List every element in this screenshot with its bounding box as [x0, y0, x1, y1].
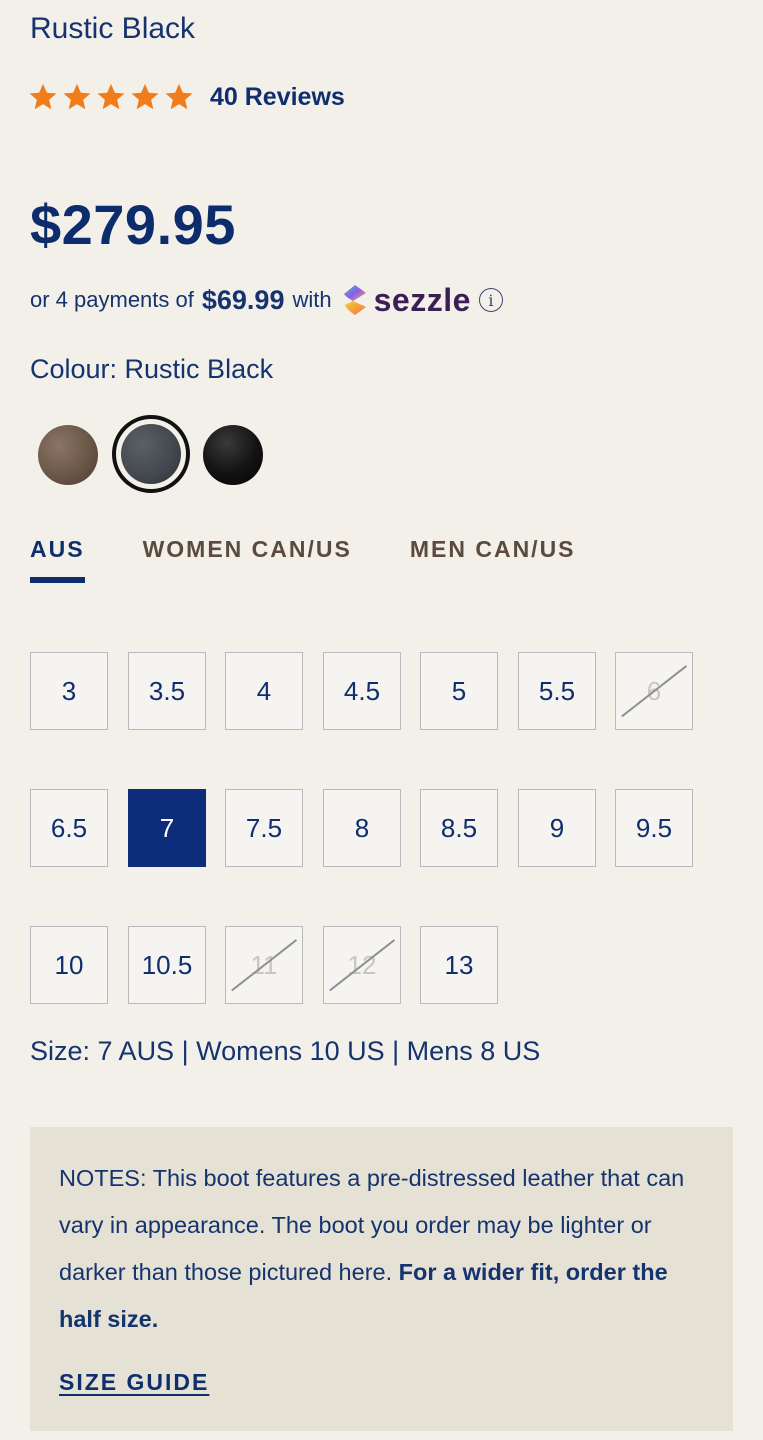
size-grid: 3 3.5 4 4.5 5 5.5 6 6.5 7 7.5 8 8.5 9 9.5 10 10.5 11 12 13: [30, 652, 710, 1004]
size-option-label: 11: [250, 949, 278, 980]
size-option[interactable]: 6.5: [30, 789, 108, 867]
size-system-tabs: AUS WOMEN CAN/US MEN CAN/US: [30, 536, 576, 583]
swatch-black[interactable]: [203, 425, 263, 485]
size-option[interactable]: 10: [30, 926, 108, 1004]
size-option-label: 7.5: [245, 812, 283, 843]
size-option: 6: [615, 652, 693, 730]
sezzle-mark-icon: [343, 285, 366, 315]
size-option[interactable]: 5.5: [518, 652, 596, 730]
notes-text: NOTES: This boot features a pre-distress…: [59, 1155, 704, 1343]
tab-aus[interactable]: AUS: [30, 536, 85, 583]
rating-stars: [28, 82, 194, 112]
product-rating[interactable]: 40 Reviews: [28, 82, 345, 112]
size-option[interactable]: 7: [128, 789, 206, 867]
size-option-label: 8: [354, 812, 370, 843]
size-option: 12: [323, 926, 401, 1004]
size-option[interactable]: 13: [420, 926, 498, 1004]
swatch-rustic-black[interactable]: [121, 424, 181, 484]
size-option-label: 10: [54, 949, 84, 980]
size-option[interactable]: 5: [420, 652, 498, 730]
star-icon: [97, 83, 125, 110]
size-option-label: 4: [256, 675, 272, 706]
payments-with: with: [292, 287, 332, 312]
size-option-label: 6: [646, 675, 662, 706]
star-icon: [63, 83, 91, 110]
size-option-label: 7: [159, 812, 175, 843]
size-option[interactable]: 8: [323, 789, 401, 867]
product-subtitle: Rustic Black: [30, 12, 196, 45]
size-option: 11: [225, 926, 303, 1004]
size-option-label: 5: [451, 675, 467, 706]
reviews-link[interactable]: 40 Reviews: [210, 83, 345, 112]
product-price: $279.95: [30, 193, 236, 256]
star-icon: [131, 83, 159, 110]
size-option-label: 3.5: [148, 675, 186, 706]
notes-box: NOTES: This boot features a pre-distress…: [30, 1127, 733, 1431]
info-icon[interactable]: i: [478, 288, 503, 312]
size-option-label: 5.5: [538, 675, 576, 706]
payment-amount: $69.99: [201, 284, 285, 315]
size-option-label: 3: [61, 675, 77, 706]
size-option[interactable]: 3: [30, 652, 108, 730]
size-option[interactable]: 8.5: [420, 789, 498, 867]
tab-men-can-us[interactable]: MEN CAN/US: [410, 536, 576, 583]
size-option-label: 13: [444, 949, 474, 980]
star-icon: [165, 83, 193, 110]
colour-label: Colour: Rustic Black: [30, 354, 274, 384]
swatch-brown[interactable]: [38, 425, 98, 485]
size-option[interactable]: 3.5: [128, 652, 206, 730]
size-option[interactable]: 7.5: [225, 789, 303, 867]
size-option[interactable]: 9.5: [615, 789, 693, 867]
payments-prefix: or 4 payments of: [30, 287, 194, 312]
sezzle-wordmark: sezzle: [373, 281, 471, 318]
size-option-label: 6.5: [50, 812, 88, 843]
size-option-label: 9: [549, 812, 565, 843]
size-option-label: 12: [347, 949, 377, 980]
size-option[interactable]: 9: [518, 789, 596, 867]
size-option-label: 4.5: [343, 675, 381, 706]
size-option[interactable]: 4: [225, 652, 303, 730]
tab-women-can-us[interactable]: WOMEN CAN/US: [143, 536, 352, 583]
size-option[interactable]: 4.5: [323, 652, 401, 730]
size-option-label: 9.5: [635, 812, 673, 843]
size-option[interactable]: 10.5: [128, 926, 206, 1004]
star-icon: [29, 83, 57, 110]
size-summary: Size: 7 AUS | Womens 10 US | Mens 8 US: [30, 1036, 541, 1066]
size-option-label: 10.5: [141, 949, 193, 980]
installment-info: or 4 payments of $69.99 with sezzle i: [30, 280, 503, 320]
size-option-label: 8.5: [440, 812, 478, 843]
sezzle-logo[interactable]: sezzle: [340, 282, 471, 319]
size-guide-link[interactable]: SIZE GUIDE: [59, 1369, 209, 1396]
